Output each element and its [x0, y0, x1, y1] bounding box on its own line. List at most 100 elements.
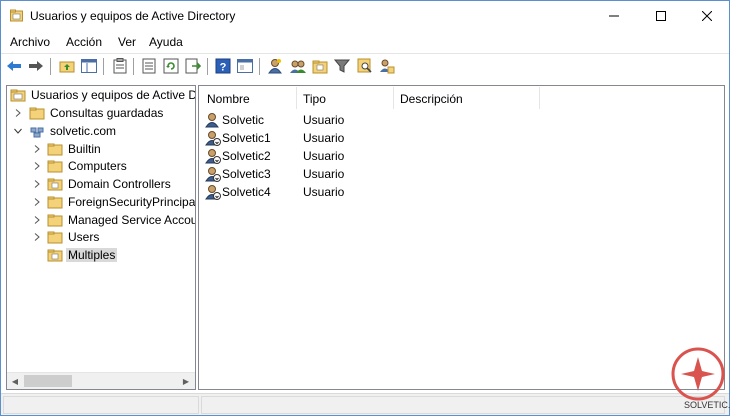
list-item[interactable]: Solvetic4 Usuario: [199, 183, 724, 201]
chevron-right-icon[interactable]: [32, 143, 42, 155]
scroll-right-icon[interactable]: ▶: [181, 376, 191, 386]
svg-text:?: ?: [220, 62, 227, 74]
horizontal-scrollbar[interactable]: ◀ ▶: [7, 372, 195, 389]
folder-icon: [29, 107, 45, 120]
folder-icon: [47, 231, 63, 244]
export-list-button[interactable]: [140, 57, 158, 75]
help-button[interactable]: ?: [214, 57, 232, 75]
menu-ayuda[interactable]: Ayuda: [149, 35, 183, 49]
tree-label: ForeignSecurityPrincipals: [68, 195, 196, 209]
details-pane[interactable]: Nombre Tipo Descripción Solvetic Usuario…: [198, 85, 725, 390]
ou-folder-icon: [47, 178, 63, 191]
chevron-right-icon[interactable]: [32, 160, 42, 172]
tree-label: Users: [68, 230, 100, 244]
find-button[interactable]: [356, 57, 374, 75]
list-item-name: Solvetic2: [222, 149, 271, 163]
close-button[interactable]: [684, 1, 730, 31]
column-header-tipo[interactable]: Tipo: [303, 92, 326, 106]
filter-button[interactable]: [333, 57, 351, 75]
ad-folder-icon: [10, 89, 26, 102]
maximize-button[interactable]: [638, 1, 684, 31]
column-divider[interactable]: [539, 87, 540, 109]
menu-bar: Archivo Acción Ver Ayuda: [1, 32, 729, 52]
title-bar: Usuarios y equipos de Active Directory: [1, 1, 729, 31]
list-item[interactable]: Solvetic2 Usuario: [199, 147, 724, 165]
tree-item-foreign-security-principals[interactable]: ForeignSecurityPrincipals: [7, 194, 195, 212]
tree-item-users[interactable]: Users: [7, 229, 195, 247]
column-header-nombre[interactable]: Nombre: [207, 92, 250, 106]
new-user-button[interactable]: [266, 57, 284, 75]
toolbar-separator: [259, 58, 260, 75]
show-hide-tree-button[interactable]: [80, 57, 98, 75]
disabled-user-icon: [205, 185, 221, 200]
tree-label: solvetic.com: [50, 124, 117, 138]
export-button[interactable]: [184, 57, 202, 75]
folder-icon: [47, 196, 63, 209]
list-item[interactable]: Solvetic Usuario: [199, 111, 724, 129]
list-item-name: Solvetic3: [222, 167, 271, 181]
console-button[interactable]: [236, 57, 254, 75]
minimize-button[interactable]: [591, 1, 637, 31]
list-item-type: Usuario: [303, 113, 345, 127]
scrollbar-thumb[interactable]: [24, 375, 72, 387]
list-item-name: Solvetic4: [222, 185, 271, 199]
new-group-icon: [290, 60, 306, 73]
new-group-button[interactable]: [289, 57, 307, 75]
new-ou-icon: [312, 60, 328, 74]
disabled-user-icon: [205, 167, 221, 182]
list-item-type: Usuario: [303, 149, 345, 163]
list-item-name: Solvetic: [222, 113, 265, 127]
properties-button[interactable]: [111, 57, 129, 75]
chevron-right-icon[interactable]: [32, 214, 42, 226]
scroll-left-icon[interactable]: ◀: [10, 376, 20, 386]
new-ou-button[interactable]: [311, 57, 329, 75]
new-user-icon: [268, 59, 282, 74]
back-arrow-icon: [7, 61, 21, 71]
column-divider[interactable]: [296, 87, 297, 109]
tree-pane[interactable]: Usuarios y equipos de Active Directory C…: [6, 85, 196, 390]
tree-item-root[interactable]: Usuarios y equipos de Active Directory: [7, 87, 195, 105]
back-button[interactable]: [5, 57, 23, 75]
list-item[interactable]: Solvetic1 Usuario: [199, 129, 724, 147]
tree-item-managed-service-accounts[interactable]: Managed Service Accounts: [7, 212, 195, 230]
chevron-right-icon[interactable]: [32, 178, 42, 190]
toolbar-separator: [207, 58, 208, 75]
close-icon: [702, 11, 712, 21]
toolbar: ?: [1, 53, 729, 79]
tree-item-computers[interactable]: Computers: [7, 158, 195, 176]
status-bar: [1, 393, 729, 415]
ad-folder-icon: [10, 9, 23, 22]
ou-folder-icon: [47, 249, 63, 262]
app-window: Usuarios y equipos de Active Directory A…: [0, 0, 730, 416]
up-folder-icon: [59, 61, 75, 73]
clipboard-icon: [113, 58, 127, 74]
chevron-down-icon[interactable]: [13, 125, 23, 137]
forward-button[interactable]: [27, 57, 45, 75]
tree-item-builtin[interactable]: Builtin: [7, 141, 195, 159]
chevron-right-icon[interactable]: [32, 196, 42, 208]
column-divider[interactable]: [393, 87, 394, 109]
chevron-right-icon[interactable]: [32, 231, 42, 243]
filter-icon: [334, 59, 350, 73]
refresh-icon: [163, 58, 179, 74]
tree-item-multiples[interactable]: Multiples: [7, 247, 195, 265]
refresh-button[interactable]: [162, 57, 180, 75]
menu-ver[interactable]: Ver: [118, 35, 136, 49]
list-item-type: Usuario: [303, 131, 345, 145]
list-item-type: Usuario: [303, 185, 345, 199]
menu-archivo[interactable]: Archivo: [10, 35, 50, 49]
list-item[interactable]: Solvetic3 Usuario: [199, 165, 724, 183]
tree-label: Consultas guardadas: [50, 106, 164, 120]
add-to-group-button[interactable]: [378, 57, 396, 75]
column-header-descripcion[interactable]: Descripción: [400, 92, 463, 106]
tree-label: Usuarios y equipos de Active Directory: [31, 88, 195, 102]
tree-item-domain-controllers[interactable]: Domain Controllers: [7, 176, 195, 194]
tree-item-saved-queries[interactable]: Consultas guardadas: [7, 105, 195, 123]
watermark-text: SOLVETIC.COM: [684, 400, 730, 410]
status-segment: [201, 396, 725, 414]
tree-item-domain[interactable]: solvetic.com: [7, 123, 195, 141]
menu-accion[interactable]: Acción: [66, 35, 102, 49]
up-level-button[interactable]: [58, 57, 76, 75]
chevron-right-icon[interactable]: [13, 107, 23, 119]
list-item-type: Usuario: [303, 167, 345, 181]
